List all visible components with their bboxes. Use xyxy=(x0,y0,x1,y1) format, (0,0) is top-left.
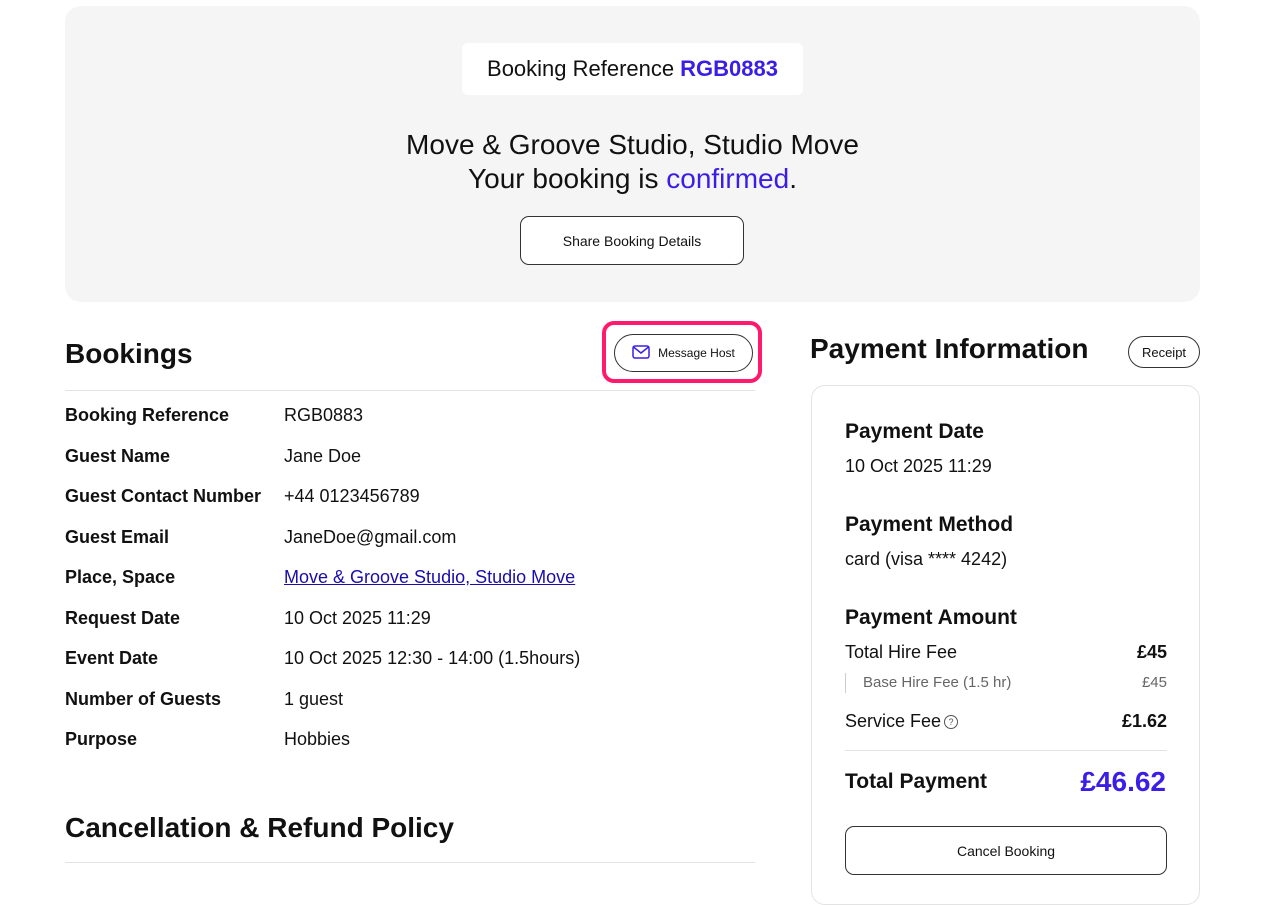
payment-method-label: Payment Method xyxy=(845,513,1014,536)
booking-status: Your booking is confirmed. xyxy=(65,162,1200,196)
venue-title: Move & Groove Studio, Studio Move xyxy=(406,129,859,160)
cancel-booking-button[interactable]: Cancel Booking xyxy=(845,826,1167,875)
detail-label: Request Date xyxy=(65,607,181,628)
bookings-divider xyxy=(65,390,755,391)
message-host-label: Message Host xyxy=(658,346,735,360)
status-prefix: Your booking is xyxy=(468,163,659,194)
base-hire-fee-value: £45 xyxy=(1141,674,1167,691)
detail-value: 1 guest xyxy=(284,688,344,709)
detail-value: Jane Doe xyxy=(284,445,362,466)
status-suffix: . xyxy=(789,163,797,194)
payment-amount-label: Payment Amount xyxy=(845,606,1017,629)
detail-value: 10 Oct 2025 12:30 - 14:00 (1.5hours) xyxy=(284,648,581,668)
detail-label: Number of Guests xyxy=(65,688,222,709)
payment-card: Payment Date 10 Oct 2025 11:29 Payment M… xyxy=(811,385,1200,905)
service-fee-value: £1.62 xyxy=(1121,711,1167,731)
total-payment-label: Total Payment xyxy=(845,770,987,793)
detail-value: RGB0883 xyxy=(284,405,364,425)
receipt-button[interactable]: Receipt xyxy=(1128,336,1200,368)
base-fee-indent-bar xyxy=(845,673,846,693)
detail-label: Event Date xyxy=(65,648,159,668)
detail-value: 10 Oct 2025 11:29 xyxy=(284,607,431,628)
total-hire-fee-label: Total Hire Fee xyxy=(845,642,958,662)
cancellation-policy-title: Cancellation & Refund Policy xyxy=(65,812,454,843)
booking-reference-label: Booking Reference xyxy=(487,56,675,81)
detail-label: Guest Name xyxy=(65,445,171,466)
detail-value: +44 0123456789 xyxy=(284,486,420,506)
status-word: confirmed xyxy=(666,163,790,194)
booking-reference-code: RGB0883 xyxy=(680,56,778,81)
detail-label: Guest Email xyxy=(65,526,170,547)
payment-divider xyxy=(845,750,1167,751)
booking-reference-pill: Booking Reference RGB0883 xyxy=(462,43,803,95)
service-fee-label-group: Service Fee? xyxy=(845,711,959,732)
total-payment-value: £46.62 xyxy=(1080,766,1166,797)
detail-value: JaneDoe@gmail.com xyxy=(284,526,457,547)
total-hire-fee-value: £45 xyxy=(1136,642,1167,662)
payment-method-value: card (visa **** 4242) xyxy=(845,549,1008,569)
place-space-link[interactable]: Move & Groove Studio, Studio Move xyxy=(284,567,575,588)
base-hire-fee-label: Base Hire Fee (1.5 hr) xyxy=(863,674,1012,691)
help-icon[interactable]: ? xyxy=(944,715,959,730)
detail-label: Guest Contact Number xyxy=(65,486,262,506)
detail-value: Hobbies xyxy=(284,729,351,749)
envelope-icon xyxy=(632,344,650,362)
message-host-button[interactable]: Message Host xyxy=(614,334,753,372)
detail-label: Place, Space xyxy=(65,567,176,587)
bookings-title: Bookings xyxy=(65,338,193,369)
service-fee-row: Service Fee? £1.62 xyxy=(845,711,1167,732)
booking-confirmation-banner: Booking Reference RGB0883 Move & Groove … xyxy=(65,6,1200,302)
policy-divider xyxy=(65,862,755,863)
share-booking-button[interactable]: Share Booking Details xyxy=(520,216,744,265)
total-hire-fee-row: Total Hire Fee £45 xyxy=(845,642,1167,663)
payment-information-title: Payment Information xyxy=(810,333,1089,364)
base-hire-fee-row: Base Hire Fee (1.5 hr) £45 xyxy=(863,674,1167,691)
detail-label: Booking Reference xyxy=(65,405,230,425)
payment-date-label: Payment Date xyxy=(845,420,984,443)
service-fee-label: Service Fee xyxy=(845,711,942,731)
detail-label: Purpose xyxy=(65,729,138,749)
payment-date-value: 10 Oct 2025 11:29 xyxy=(845,456,992,476)
